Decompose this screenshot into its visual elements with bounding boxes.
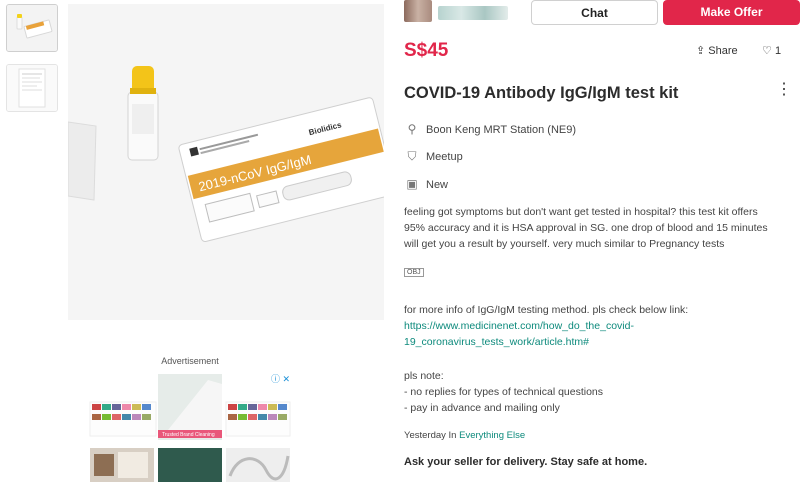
info-link-part-2[interactable]: 19_coronavirus_tests_work/article.htm#: [404, 336, 589, 348]
note-item: - no replies for types of technical ques…: [404, 386, 604, 398]
like-button[interactable]: ♡ 1: [762, 44, 781, 57]
make-offer-button[interactable]: Make Offer: [663, 0, 800, 25]
thumbnail-strip: [6, 4, 58, 124]
embedded-object-marker: OBJ: [404, 268, 424, 277]
badge-icon: ▣: [406, 177, 418, 191]
ad-choices-close-icon[interactable]: ⓘ ✕: [271, 372, 290, 385]
note-title: pls note:: [404, 370, 444, 382]
deal-method: Meetup: [426, 151, 463, 163]
thumbnail-2[interactable]: [6, 64, 58, 112]
meetup-location[interactable]: Boon Keng MRT Station (NE9): [426, 124, 576, 136]
pin-icon: ⚲: [407, 122, 417, 136]
meetup-location-row: ⚲ Boon Keng MRT Station (NE9): [404, 122, 576, 136]
seller-bar: Chat Make Offer: [404, 0, 800, 26]
ad-banner-text: Trusted Brand Cleaning: [162, 432, 215, 438]
description-line: 95% accuracy and it is HSA approval in S…: [404, 222, 768, 234]
item-condition: New: [426, 179, 449, 191]
seller-avatar[interactable]: [404, 0, 432, 22]
info-link-part-1[interactable]: https://www.medicinenet.com/how_do_the_c…: [404, 320, 634, 332]
kebab-icon[interactable]: ⋮: [776, 82, 792, 98]
category-link[interactable]: Everything Else: [459, 430, 525, 441]
advertisement-label: Advertisement: [161, 356, 219, 366]
posted-time: Yesterday In: [404, 430, 457, 441]
more-info-text: for more info of IgG/IgM testing method.…: [404, 304, 689, 316]
like-count: 1: [774, 45, 782, 57]
share-icon: ⇪: [696, 45, 706, 57]
share-button[interactable]: ⇪ Share: [696, 44, 738, 57]
note-item: - pay in advance and mailing only: [404, 402, 560, 414]
advertisement-banner[interactable]: ⓘ ✕ Trusted Brand Cleaning: [88, 370, 292, 482]
thumbnail-1[interactable]: [6, 4, 58, 52]
test-kit-photo: 2019-nCoV IgG/IgM Biolidics: [68, 4, 384, 320]
delivery-notice: Ask your seller for delivery. Stay safe …: [404, 456, 648, 468]
listing-price: S$45: [404, 40, 449, 61]
description-line: will get you a result by yourself. very …: [404, 238, 725, 250]
condition-row: ▣ New: [404, 177, 448, 191]
listing-title: COVID-19 Antibody IgG/IgM test kit: [404, 84, 679, 102]
share-label: Share: [708, 45, 738, 57]
description: feeling got symptoms but don't want get …: [404, 204, 794, 252]
thumbnail-test-kit-image: [7, 5, 57, 51]
tag-icon: ⛉: [407, 149, 417, 163]
notes: pls note: - no replies for types of tech…: [404, 368, 794, 416]
posted-info: Yesterday In Everything Else: [404, 430, 525, 441]
thumbnail-document-image: [7, 65, 57, 111]
description-line: feeling got symptoms but don't want get …: [404, 206, 758, 218]
more-info: for more info of IgG/IgM testing method.…: [404, 302, 794, 350]
ad-creative-image: Trusted Brand Cleaning: [88, 370, 292, 482]
main-product-photo[interactable]: 2019-nCoV IgG/IgM Biolidics: [68, 4, 384, 320]
deal-method-row: ⛉ Meetup: [404, 149, 463, 164]
chat-button[interactable]: Chat: [531, 0, 658, 25]
heart-icon: ♡: [762, 45, 772, 57]
seller-name-blurred[interactable]: [438, 6, 508, 20]
